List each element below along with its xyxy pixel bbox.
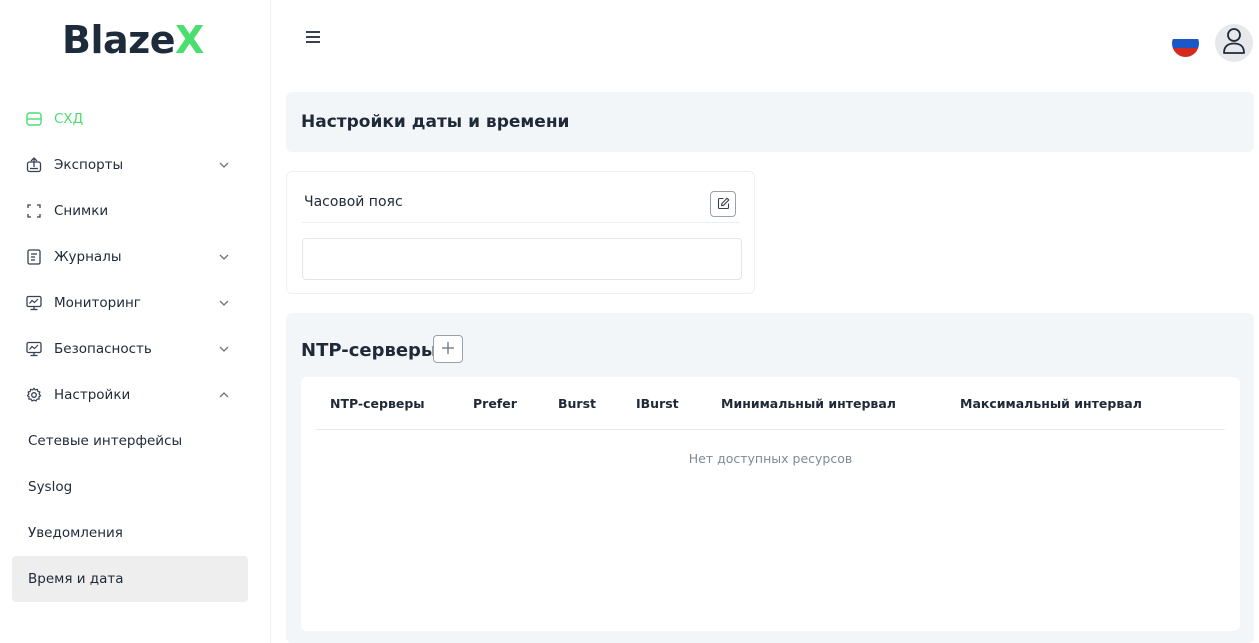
sidebar-item-security[interactable]: Безопасность — [12, 326, 248, 372]
sidebar-item-label: Снимки — [54, 203, 109, 219]
divider — [302, 222, 740, 223]
export-icon — [25, 156, 43, 174]
column-header-iburst[interactable]: IBurst — [636, 396, 679, 411]
monitor-icon — [25, 294, 43, 312]
sidebar-item-label: СХД — [54, 111, 84, 127]
brand-accent-letter: X — [175, 18, 204, 62]
ntp-section-title: NTP-серверы — [301, 340, 438, 361]
flag-stripe-red — [1172, 48, 1199, 57]
column-header-ntp-servers[interactable]: NTP-серверы — [330, 396, 425, 411]
flag-stripe-blue — [1172, 39, 1199, 48]
edit-timezone-button[interactable] — [710, 191, 736, 217]
column-header-max-interval[interactable]: Максимальный интервал — [960, 396, 1142, 411]
user-avatar[interactable] — [1215, 24, 1253, 62]
menu-toggle-button[interactable] — [306, 29, 324, 47]
gear-icon — [25, 386, 43, 404]
empty-state-message: Нет доступных ресурсов — [688, 451, 853, 466]
sidebar-item-label: Мониторинг — [54, 295, 141, 311]
brand-logo[interactable]: BlazeX — [62, 18, 204, 62]
add-ntp-server-button[interactable] — [433, 335, 463, 363]
timezone-label: Часовой пояс — [304, 194, 403, 210]
sidebar-item-label: Безопасность — [54, 341, 152, 357]
hamburger-line — [306, 36, 320, 38]
ntp-servers-panel: NTP-серверы NTP-серверы Prefer Burst IBu… — [286, 313, 1254, 643]
monitor-icon — [25, 340, 43, 358]
chevron-down-icon — [218, 297, 230, 309]
chevron-up-icon — [218, 389, 230, 401]
sidebar-item-storage[interactable]: СХД — [12, 96, 248, 142]
column-header-prefer[interactable]: Prefer — [473, 396, 517, 411]
sidebar: BlazeX СХД Экспорты Снимки Журналы Монит… — [0, 0, 271, 643]
sidebar-subitem-syslog[interactable]: Syslog — [12, 464, 248, 510]
sidebar-subitem-notifications[interactable]: Уведомления — [12, 510, 248, 556]
column-header-min-interval[interactable]: Минимальный интервал — [721, 396, 896, 411]
sidebar-item-label: Настройки — [54, 387, 131, 403]
timezone-card: Часовой пояс — [286, 171, 755, 294]
ntp-servers-table: NTP-серверы Prefer Burst IBurst Минималь… — [301, 377, 1240, 631]
storage-icon — [25, 110, 43, 128]
page-header: Настройки даты и времени — [286, 92, 1254, 152]
snapshot-icon — [25, 202, 43, 220]
edit-icon — [717, 195, 730, 214]
user-icon — [1222, 27, 1246, 59]
plus-icon — [441, 340, 455, 359]
sidebar-subitem-network-interfaces[interactable]: Сетевые интерфейсы — [12, 418, 248, 464]
sidebar-item-label: Экспорты — [54, 157, 124, 173]
sidebar-item-monitoring[interactable]: Мониторинг — [12, 280, 248, 326]
sidebar-subitem-label: Syslog — [28, 479, 73, 495]
journal-icon — [25, 248, 43, 266]
column-header-burst[interactable]: Burst — [558, 396, 596, 411]
sidebar-subitem-label: Уведомления — [28, 525, 123, 541]
flag-stripe-white — [1172, 30, 1199, 39]
sidebar-subitem-label: Время и дата — [28, 571, 124, 587]
sidebar-item-exports[interactable]: Экспорты — [12, 142, 248, 188]
sidebar-item-journals[interactable]: Журналы — [12, 234, 248, 280]
app-root: BlazeX СХД Экспорты Снимки Журналы Монит… — [0, 0, 1259, 643]
table-header-row: NTP-серверы Prefer Burst IBurst Минималь… — [315, 377, 1225, 430]
sidebar-nav: СХД Экспорты Снимки Журналы Мониторинг Б… — [12, 96, 248, 602]
page-title: Настройки даты и времени — [301, 112, 570, 132]
sidebar-item-settings[interactable]: Настройки — [12, 372, 248, 418]
timezone-field[interactable] — [302, 238, 742, 280]
hamburger-line — [306, 41, 320, 43]
chevron-down-icon — [218, 343, 230, 355]
sidebar-item-snapshots[interactable]: Снимки — [12, 188, 248, 234]
sidebar-subitem-time-date[interactable]: Время и дата — [12, 556, 248, 602]
brand-name: Blaze — [62, 18, 176, 62]
sidebar-item-label: Журналы — [54, 249, 122, 265]
hamburger-line — [306, 31, 320, 33]
language-flag-icon[interactable] — [1172, 30, 1199, 57]
chevron-down-icon — [218, 251, 230, 263]
sidebar-subitem-label: Сетевые интерфейсы — [28, 433, 183, 449]
chevron-down-icon — [218, 159, 230, 171]
